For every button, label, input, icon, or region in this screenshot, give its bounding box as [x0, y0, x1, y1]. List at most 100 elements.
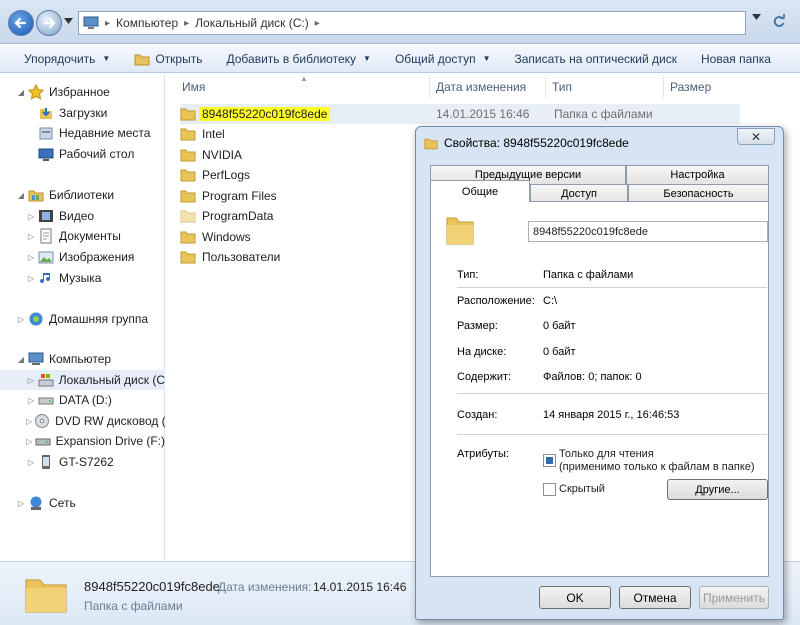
sidebar-item-favorites[interactable]: ◢ Избранное	[0, 82, 165, 102]
computer-icon	[83, 16, 99, 29]
documents-icon	[40, 228, 52, 244]
sidebar-item-computer[interactable]: ◢ Компьютер	[0, 349, 165, 369]
organize-button[interactable]: Упорядочить ▼	[0, 45, 122, 73]
general-tab-panel: 8948f55220c019fc8ede Тип: Папка с файлам…	[430, 201, 769, 577]
column-header-size[interactable]: Размер	[664, 76, 764, 98]
address-box[interactable]: ▸ Компьютер ▸ Локальный диск (C:) ▸	[78, 11, 746, 35]
created-value: 14 января 2015 г., 16:46:53	[543, 409, 680, 421]
sidebar-item-data-drive[interactable]: ▷ DATA (D:)	[0, 390, 165, 410]
indeterminate-mark	[546, 457, 553, 464]
tab-general[interactable]: Общие	[430, 180, 530, 202]
hidden-label: Скрытый	[559, 483, 605, 495]
collapsed-triangle-icon: ▷	[27, 211, 35, 221]
organize-label: Упорядочить	[24, 51, 96, 66]
forward-button[interactable]	[36, 10, 62, 36]
new-folder-label: Новая папка	[700, 51, 771, 66]
large-folder-icon	[25, 579, 67, 613]
sidebar-item-documents[interactable]: ▷ Документы	[0, 226, 165, 246]
file-type: Папка с файлами	[554, 107, 653, 121]
file-date: 14.01.2015 16:46	[436, 107, 530, 121]
sidebar-item-video[interactable]: ▷ Видео	[0, 206, 165, 226]
history-dropdown[interactable]	[64, 18, 73, 24]
folder-name-field[interactable]: 8948f55220c019fc8ede	[528, 221, 768, 242]
sidebar-item-libraries[interactable]: ◢ Библиотеки	[0, 185, 165, 205]
divider	[457, 434, 767, 435]
share-label: Общий доступ	[394, 51, 476, 66]
column-header-label: Тип	[552, 80, 573, 94]
file-row-selected[interactable]: 8948f55220c019fc8ede 14.01.2015 16:46 Па…	[180, 104, 740, 124]
ok-button[interactable]: OK	[539, 586, 611, 609]
column-header-date[interactable]: Дата изменения	[430, 76, 546, 98]
breadcrumb-separator: ▸	[105, 17, 111, 29]
share-button[interactable]: Общий доступ ▼	[383, 45, 503, 73]
open-button[interactable]: Открыть	[122, 45, 214, 73]
type-label: Тип:	[457, 269, 479, 281]
network-icon	[30, 496, 42, 510]
sidebar-item-network[interactable]: ▷ Сеть	[0, 493, 165, 513]
column-header-type[interactable]: Тип	[546, 76, 664, 98]
sidebar-item-expansion-drive[interactable]: ▷ Expansion Drive (F:)	[0, 431, 165, 451]
sidebar-item-label: Загрузки	[59, 106, 108, 120]
file-name: Intel	[202, 127, 225, 141]
column-header-label: Имя	[182, 80, 206, 94]
sidebar-item-label: Библиотеки	[49, 188, 115, 202]
sidebar-item-phone[interactable]: ▷ GT-S7262	[0, 452, 165, 472]
chevron-down-icon	[752, 14, 761, 20]
system-drive-icon	[38, 374, 54, 387]
close-button[interactable]: ✕	[737, 128, 775, 145]
divider	[457, 393, 767, 394]
size-value: 0 байт	[543, 320, 576, 332]
sidebar-item-homegroup[interactable]: ▷ Домашняя группа	[0, 309, 165, 329]
sidebar-item-label: DVD RW дисковод (	[55, 414, 165, 428]
file-row[interactable]: Intel	[180, 124, 225, 144]
open-folder-icon	[134, 54, 150, 65]
type-value: Папка с файлами	[543, 269, 634, 281]
details-file-type: Папка с файлами	[84, 599, 183, 613]
hidden-checkbox[interactable]	[543, 483, 556, 496]
details-date-value: 14.01.2015 16:46	[313, 580, 407, 594]
refresh-button[interactable]	[772, 14, 786, 28]
column-header-label: Размер	[670, 80, 712, 94]
sidebar-item-recent[interactable]: Недавние места	[0, 123, 165, 143]
file-row[interactable]: PerfLogs	[180, 165, 250, 185]
cancel-button[interactable]: Отмена	[619, 586, 691, 609]
sidebar-item-music[interactable]: ▷ Музыка	[0, 268, 165, 288]
breadcrumb-computer[interactable]: Компьютер	[116, 16, 178, 30]
details-file-name: 8948f55220c019fc8ede	[84, 579, 220, 594]
breadcrumb-local-disk[interactable]: Локальный диск (C:)	[195, 16, 309, 30]
apply-button[interactable]: Применить	[699, 586, 769, 609]
sidebar-item-dvd-drive[interactable]: ▷ DVD RW дисковод (	[0, 411, 165, 431]
file-row[interactable]: NVIDIA	[180, 145, 242, 165]
sidebar-item-label: Документы	[59, 229, 121, 243]
file-row[interactable]: Windows	[180, 227, 251, 247]
sidebar-item-desktop[interactable]: Рабочий стол	[0, 144, 165, 164]
tab-label: Настройка	[670, 169, 725, 181]
folder-icon	[180, 128, 196, 141]
sidebar-item-downloads[interactable]: Загрузки	[0, 103, 165, 123]
file-row[interactable]: Program Files	[180, 186, 277, 206]
burn-label: Записать на оптический диск	[514, 51, 677, 66]
collapsed-triangle-icon: ▷	[26, 416, 33, 426]
file-row[interactable]: Пользователи	[180, 247, 280, 267]
collapsed-triangle-icon: ▷	[27, 395, 35, 405]
on-disk-value: 0 байт	[543, 346, 576, 358]
burn-button[interactable]: Записать на оптический диск	[502, 45, 689, 73]
column-header-name[interactable]: Имя	[176, 76, 430, 98]
breadcrumb-separator: ▸	[314, 17, 320, 29]
caret-down-icon: ▼	[102, 54, 111, 63]
address-dropdown[interactable]	[752, 14, 761, 20]
collapsed-triangle-icon: ▷	[26, 436, 33, 446]
arrow-right-icon	[43, 17, 56, 29]
add-to-library-button[interactable]: Добавить в библиотеку ▼	[214, 45, 382, 73]
size-label: Размер:	[457, 320, 498, 332]
readonly-checkbox[interactable]	[543, 454, 556, 467]
sidebar-item-images[interactable]: ▷ Изображения	[0, 247, 165, 267]
new-folder-button[interactable]: Новая папка	[689, 45, 783, 73]
sidebar-item-label: Музыка	[59, 271, 102, 285]
file-row[interactable]: ProgramData	[180, 206, 273, 226]
tab-customize[interactable]: Настройка	[626, 165, 769, 184]
other-attributes-button[interactable]: Другие...	[667, 479, 768, 500]
sidebar-item-local-disk[interactable]: ▷ Локальный диск (C	[0, 370, 165, 390]
back-button[interactable]	[8, 10, 34, 36]
close-icon: ✕	[750, 129, 762, 144]
